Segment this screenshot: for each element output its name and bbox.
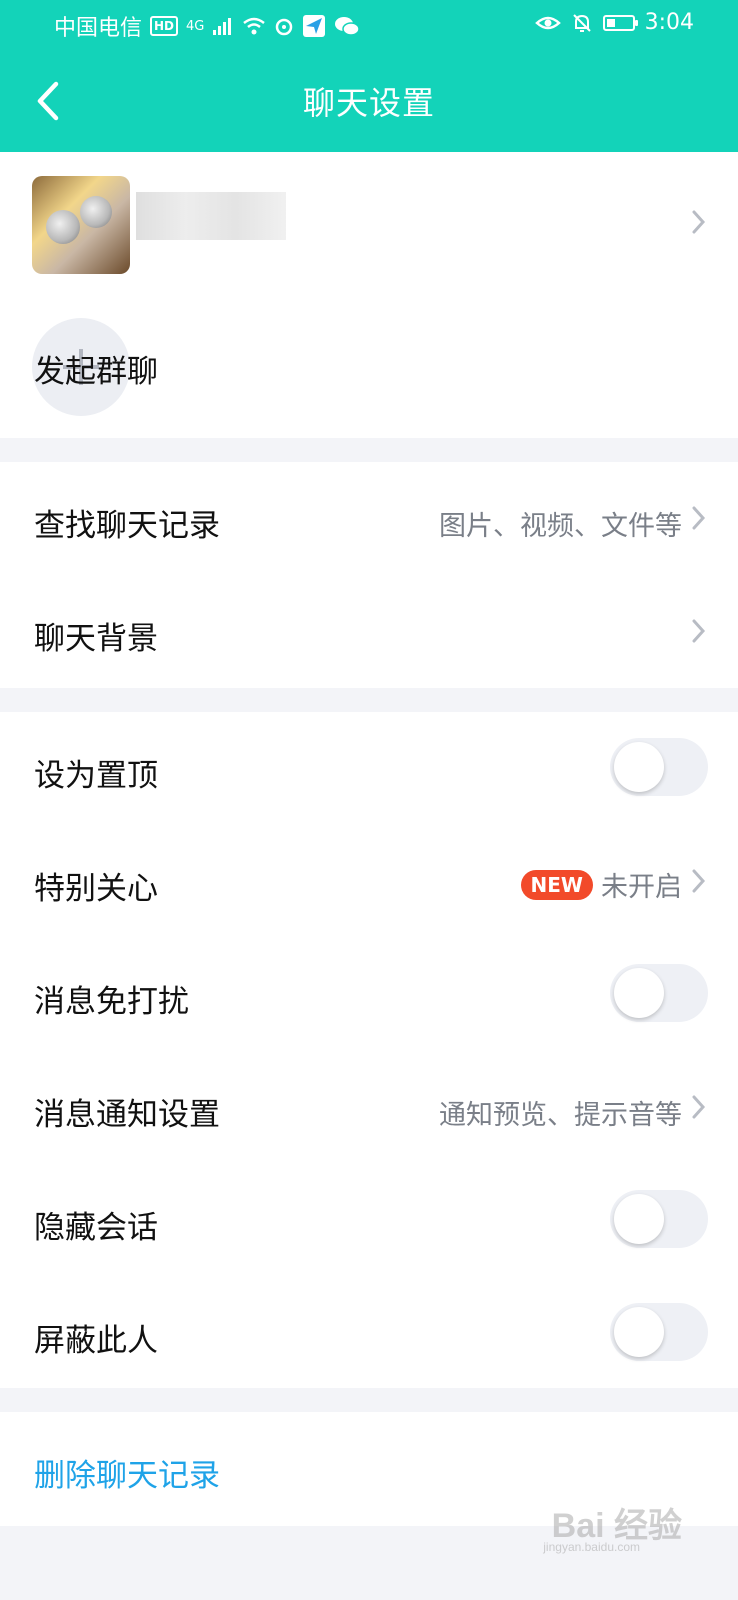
eye-comfort-icon — [534, 16, 561, 29]
find-history-label: 查找聊天记录 — [34, 508, 220, 544]
new-badge: NEW — [520, 869, 593, 900]
block-user-toggle[interactable] — [610, 1303, 708, 1361]
special-care-status: NEW 未开启 — [520, 865, 682, 904]
block-user-label: 屏蔽此人 — [34, 1323, 158, 1359]
chevron-right-icon — [692, 1095, 706, 1119]
do-not-disturb-toggle[interactable] — [610, 964, 708, 1022]
notification-settings-row[interactable]: 消息通知设置 通知预览、提示音等 — [0, 1051, 738, 1164]
signal-icon — [213, 18, 232, 35]
bell-muted-icon — [572, 13, 591, 32]
weibo-icon — [276, 18, 293, 36]
contact-name-blurred — [136, 192, 286, 240]
clock-label: 3:04 — [644, 10, 694, 35]
special-care-value: 未开启 — [601, 872, 682, 903]
pin-top-row: 设为置顶 — [0, 712, 738, 825]
page-title: 聊天设置 — [302, 84, 435, 122]
do-not-disturb-label: 消息免打扰 — [34, 984, 189, 1020]
chevron-right-icon — [692, 619, 706, 643]
pin-top-label: 设为置顶 — [34, 758, 158, 794]
app-notification-icon — [303, 15, 326, 37]
hide-chat-toggle[interactable] — [610, 1190, 708, 1248]
carrier-label: 中国电信 — [54, 16, 143, 41]
status-right: 3:04 — [534, 10, 694, 35]
chevron-right-icon — [692, 506, 706, 530]
wechat-icon — [335, 17, 361, 36]
hd-icon: HD — [150, 16, 179, 36]
chevron-right-icon — [692, 210, 706, 234]
status-left: 中国电信 HD 4G — [54, 10, 361, 42]
find-history-hint: 图片、视频、文件等 — [439, 511, 682, 542]
battery-icon — [602, 14, 638, 31]
start-group-chat-label[interactable]: 发起群聊 — [34, 346, 158, 391]
network-type-label: 4G — [186, 18, 205, 34]
do-not-disturb-row: 消息免打扰 — [0, 938, 738, 1051]
chat-background-label: 聊天背景 — [34, 621, 158, 657]
header-bar: 聊天设置 — [0, 52, 738, 152]
hide-chat-label: 隐藏会话 — [34, 1210, 158, 1246]
status-bar: 中国电信 HD 4G 3:04 — [0, 0, 738, 52]
find-history-row[interactable]: 查找聊天记录 图片、视频、文件等 — [0, 462, 738, 575]
wifi-icon — [243, 17, 266, 35]
hide-chat-row: 隐藏会话 — [0, 1164, 738, 1277]
delete-history-button[interactable]: 删除聊天记录 — [34, 1450, 220, 1495]
watermark-url: jingyan.baidu.com — [543, 1540, 640, 1554]
contact-profile-row[interactable] — [0, 152, 738, 298]
special-care-row[interactable]: 特别关心 NEW 未开启 — [0, 825, 738, 938]
avatar — [32, 176, 130, 274]
notification-settings-label: 消息通知设置 — [34, 1097, 220, 1133]
chat-background-row[interactable]: 聊天背景 — [0, 575, 738, 688]
pin-top-toggle[interactable] — [610, 738, 708, 796]
block-user-row: 屏蔽此人 — [0, 1277, 738, 1388]
chevron-right-icon — [692, 869, 706, 893]
special-care-label: 特别关心 — [34, 871, 158, 907]
notification-settings-hint: 通知预览、提示音等 — [439, 1100, 682, 1131]
